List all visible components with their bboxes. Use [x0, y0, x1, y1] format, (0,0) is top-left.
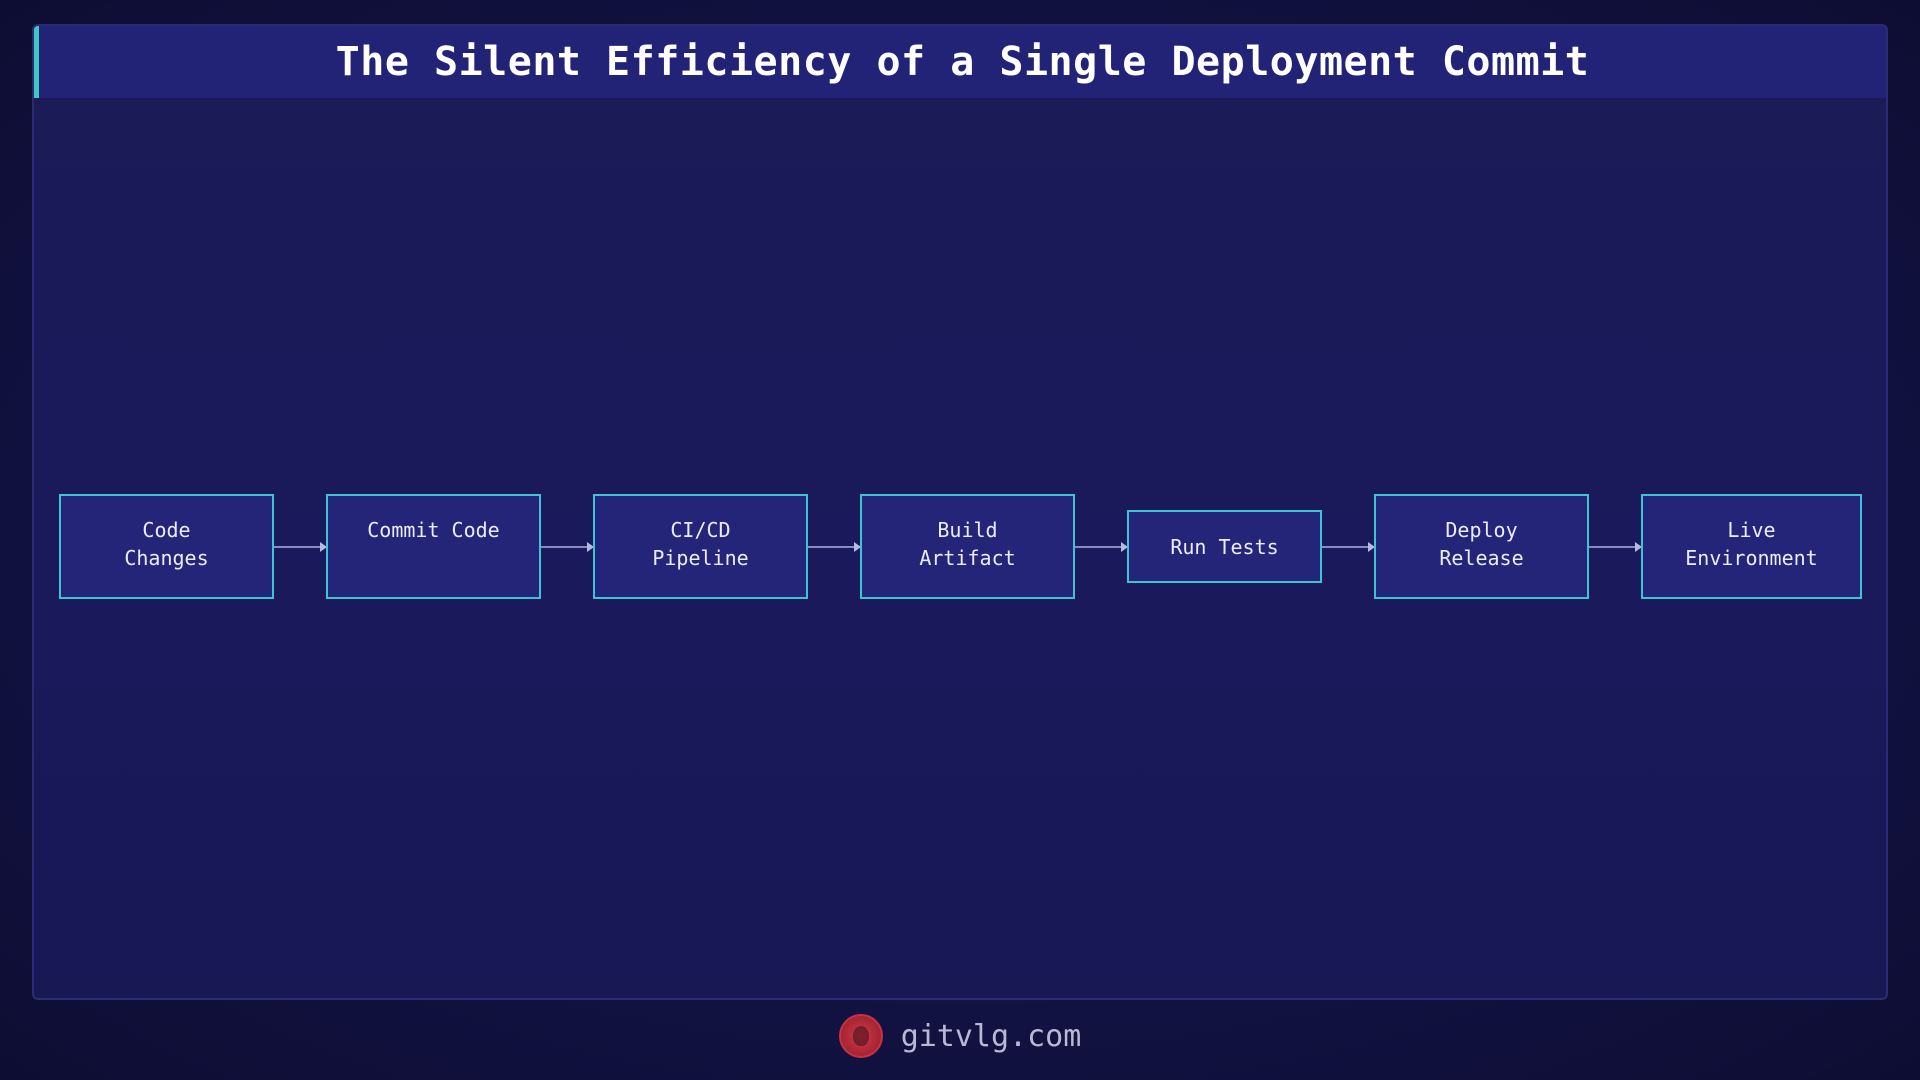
- lion-logo-icon: [838, 1014, 883, 1058]
- slide: The Silent Efficiency of a Single Deploy…: [0, 0, 1920, 1080]
- footer-site: gitvlg.com: [900, 1018, 1082, 1054]
- title-bar: The Silent Efficiency of a Single Deploy…: [34, 26, 1886, 98]
- diagram-panel: The Silent Efficiency of a Single Deploy…: [32, 24, 1888, 1000]
- diagram-title: The Silent Efficiency of a Single Deploy…: [335, 39, 1590, 85]
- footer: gitvlg.com: [0, 1008, 1920, 1064]
